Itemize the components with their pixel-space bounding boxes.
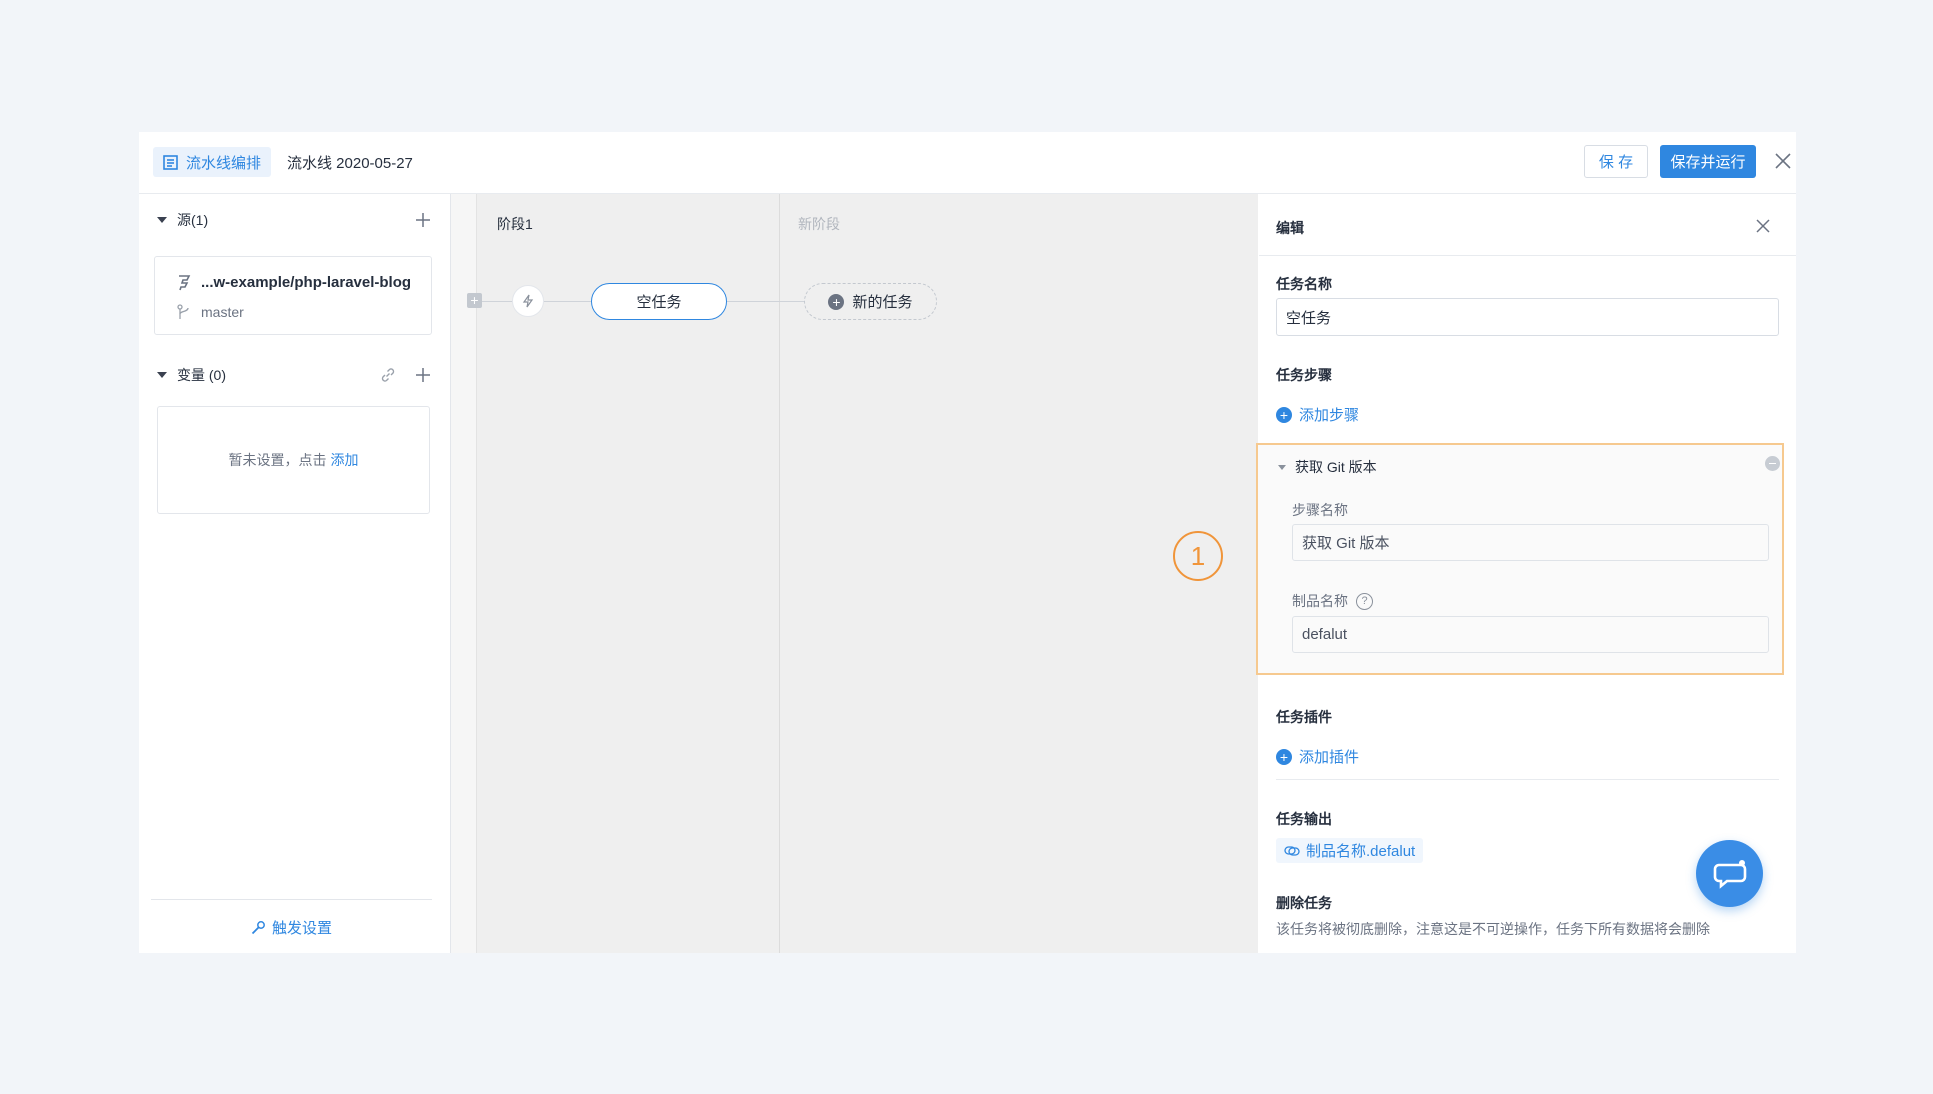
trigger-node[interactable] <box>512 285 544 317</box>
branch-row: master <box>177 304 244 320</box>
variables-empty-text: 暂未设置，点击 <box>228 452 327 468</box>
task-node[interactable]: 空任务 <box>591 283 727 320</box>
add-step-label: 添加步骤 <box>1299 407 1360 424</box>
step-name-label: 步骤名称 <box>1292 502 1348 518</box>
help-icon[interactable]: ? <box>1356 592 1373 610</box>
task-plugins-label: 任务插件 <box>1276 709 1332 725</box>
task-name-input[interactable]: 空任务 <box>1276 298 1779 336</box>
connector-line <box>544 301 591 302</box>
pipeline-name: 流水线 2020-05-27 <box>287 155 413 172</box>
add-step-button[interactable]: + 添加步骤 <box>1276 404 1359 425</box>
delete-task-description: 该任务将被彻底删除，注意这是不可逆操作，任务下所有数据将会删除 <box>1276 921 1710 937</box>
delete-task-label: 删除任务 <box>1276 895 1332 911</box>
add-source-icon[interactable] <box>415 212 431 228</box>
edit-panel-title: 编辑 <box>1276 220 1304 236</box>
chat-icon <box>1713 859 1746 889</box>
step-name-input[interactable]: 获取 Git 版本 <box>1292 524 1769 561</box>
caret-down-icon <box>157 372 167 378</box>
repo-row: ...w-example/php-laravel-blog <box>177 274 411 291</box>
connector-line <box>482 301 512 302</box>
task-name-label: 任务名称 <box>1276 276 1332 292</box>
new-task-label: 新的任务 <box>852 294 913 311</box>
save-button[interactable]: 保 存 <box>1584 145 1648 178</box>
pipeline-editor-tab[interactable]: 流水线编排 <box>153 147 272 177</box>
stage-divider <box>779 194 780 953</box>
stage-1-label[interactable]: 阶段1 <box>497 214 533 234</box>
step-title-label: 获取 Git 版本 <box>1295 459 1377 475</box>
variables-empty-card: 暂未设置，点击 添加 <box>157 406 430 514</box>
header-bar: 流水线编排 流水线 2020-05-27 保 存 保存并运行 <box>139 132 1796 194</box>
plus-circle-icon: + <box>1276 748 1292 765</box>
pipeline-editor-window: 流水线编排 流水线 2020-05-27 保 存 保存并运行 源(1) ...w… <box>139 132 1796 953</box>
edit-panel-header: 编辑 <box>1259 194 1796 256</box>
chat-button[interactable] <box>1696 840 1763 907</box>
source-card[interactable]: ...w-example/php-laravel-blog master <box>154 256 432 335</box>
trigger-settings-button[interactable]: 触发设置 <box>151 899 432 953</box>
remove-step-icon[interactable] <box>1765 456 1780 471</box>
close-icon[interactable] <box>1755 218 1771 234</box>
repo-icon <box>179 274 191 290</box>
section-divider <box>1276 779 1779 780</box>
task-steps-label: 任务步骤 <box>1276 367 1332 383</box>
caret-down-icon <box>157 217 167 223</box>
new-stage-label[interactable]: 新阶段 <box>798 214 840 234</box>
source-section-title[interactable]: 源(1) <box>157 210 208 230</box>
output-artifact-chip[interactable]: 制品名称.defalut <box>1276 838 1424 863</box>
add-variable-icon[interactable] <box>415 367 431 383</box>
lightning-icon <box>522 294 534 308</box>
save-and-run-button[interactable]: 保存并运行 <box>1660 145 1756 178</box>
add-plugin-button[interactable]: + 添加插件 <box>1276 746 1359 767</box>
branch-name: master <box>201 304 244 320</box>
pipeline-editor-tab-label: 流水线编排 <box>186 154 262 172</box>
variables-section-title[interactable]: 变量 (0) <box>157 365 226 385</box>
branch-icon <box>177 304 189 319</box>
artifact-name-label: 制品名称 <box>1292 593 1348 609</box>
close-icon[interactable] <box>1774 152 1792 170</box>
output-artifact-label: 制品名称.defalut <box>1306 843 1416 860</box>
add-parallel-icon[interactable]: + <box>467 293 482 308</box>
caret-down-icon <box>1278 464 1286 470</box>
variables-section-label: 变量 (0) <box>177 367 226 383</box>
trigger-settings-label: 触发设置 <box>271 919 332 937</box>
add-plugin-label: 添加插件 <box>1299 749 1360 766</box>
wrench-icon <box>251 920 265 934</box>
new-task-button[interactable]: + 新的任务 <box>804 283 937 320</box>
task-output-label: 任务输出 <box>1276 811 1332 827</box>
connector-line <box>727 301 804 302</box>
repo-name: ...w-example/php-laravel-blog <box>201 274 412 291</box>
link-icon <box>1284 845 1300 856</box>
step-title[interactable]: 获取 Git 版本 <box>1278 457 1377 477</box>
link-icon[interactable] <box>380 367 396 383</box>
plus-circle-icon: + <box>1276 406 1292 423</box>
step-card: 获取 Git 版本 步骤名称 获取 Git 版本 制品名称 ? defalut <box>1256 443 1784 675</box>
pipeline-canvas: 阶段1 新阶段 + 空任务 + 新的任务 <box>451 194 1258 953</box>
source-section-label: 源(1) <box>177 212 209 228</box>
edit-panel: 编辑 任务名称 空任务 任务步骤 + 添加步骤 获取 Git 版本 步骤名称 获… <box>1256 194 1796 953</box>
pipeline-icon <box>163 154 178 170</box>
artifact-name-row: 制品名称 ? <box>1292 591 1373 611</box>
add-variable-link[interactable]: 添加 <box>331 450 359 470</box>
annotation-marker: 1 <box>1173 531 1223 581</box>
artifact-name-input[interactable]: defalut <box>1292 616 1769 653</box>
left-sidebar: 源(1) ...w-example/php-laravel-blog maste… <box>139 194 451 953</box>
plus-circle-icon: + <box>828 293 845 310</box>
